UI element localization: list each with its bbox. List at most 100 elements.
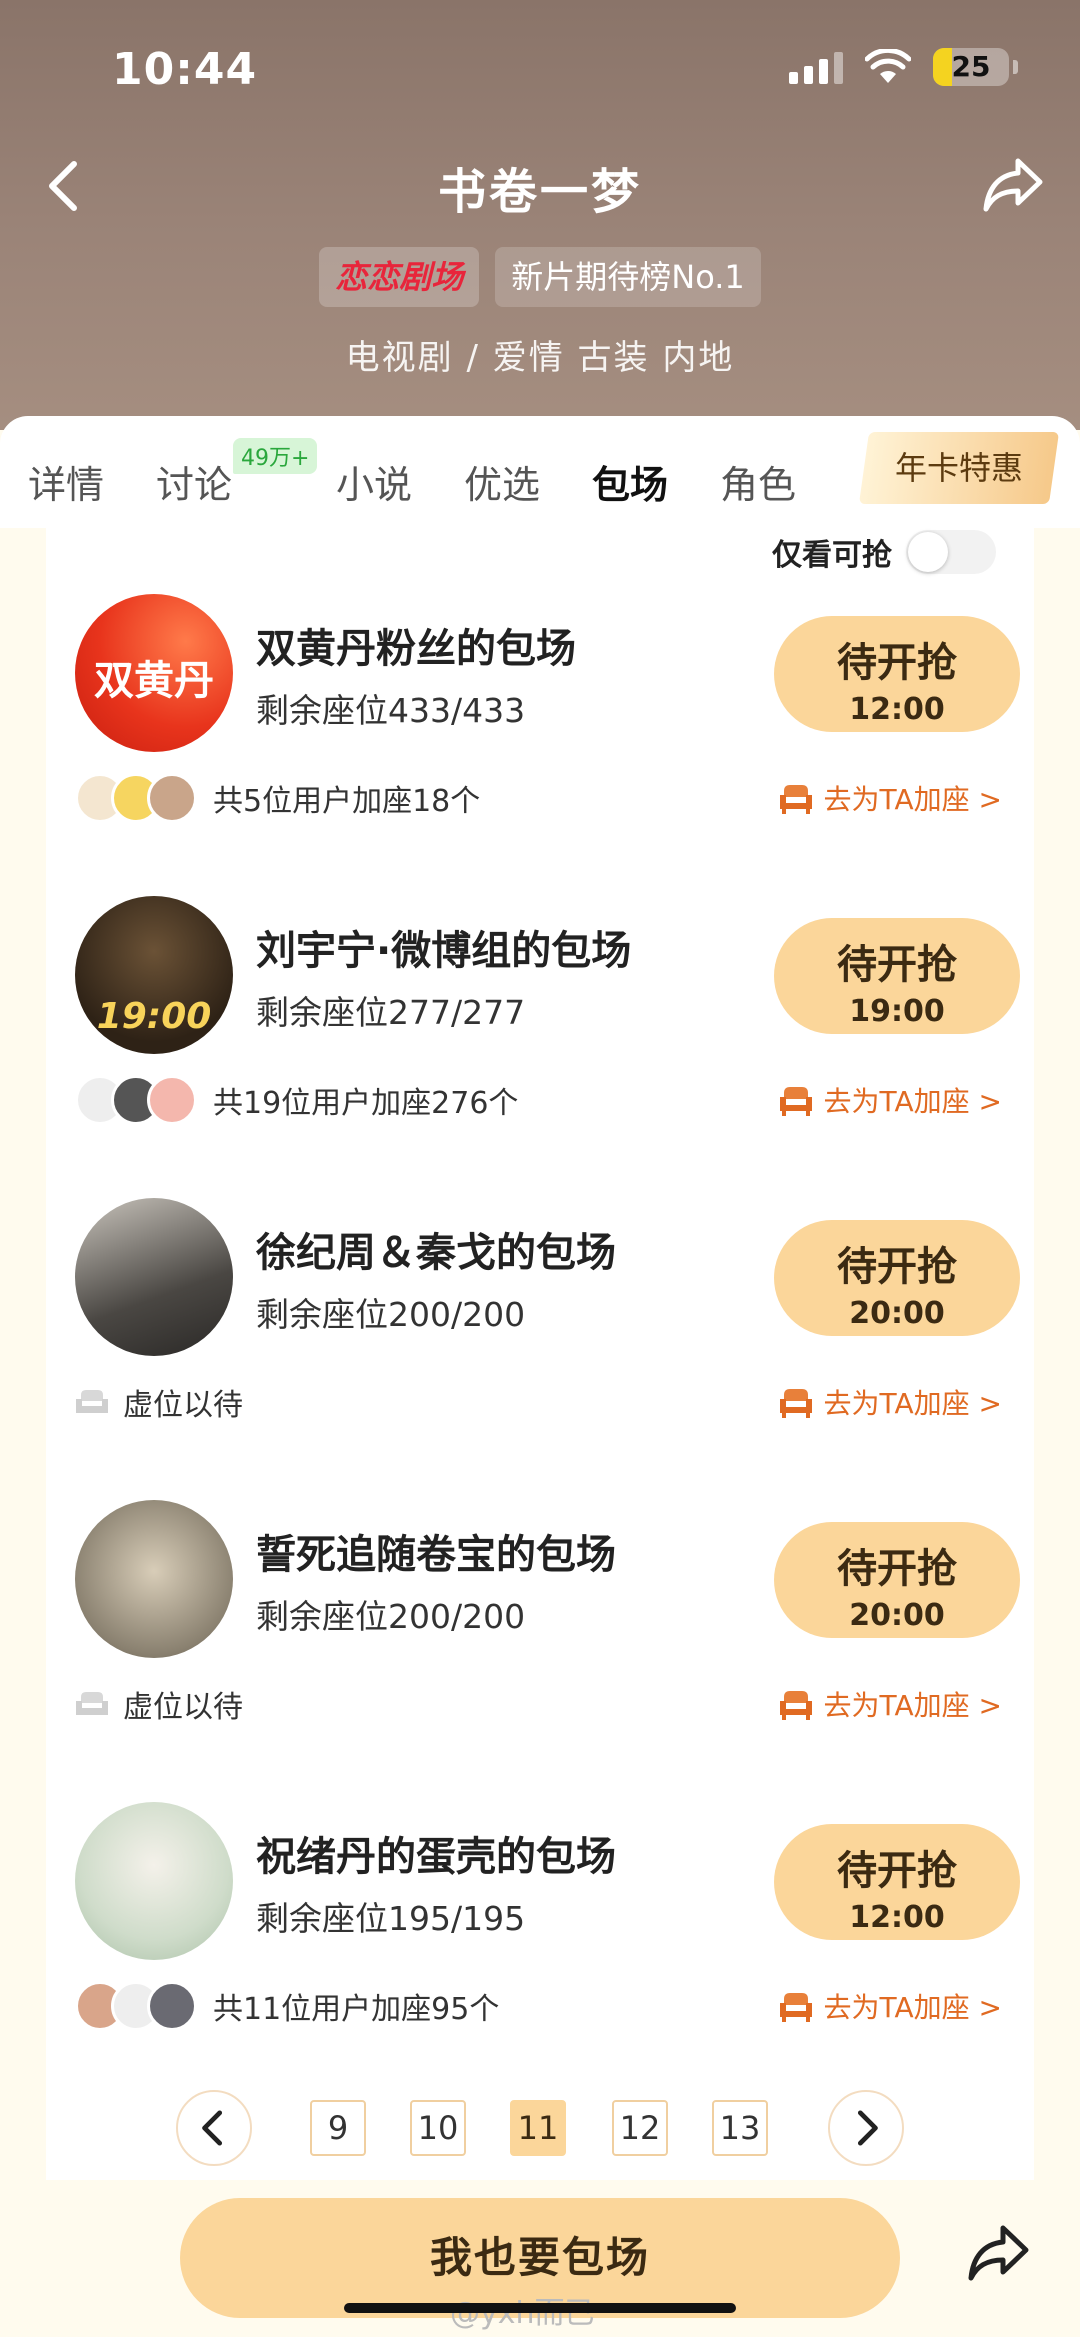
prev-page-icon[interactable] bbox=[176, 2090, 252, 2166]
seat-summary: 共5位用户加座18个 bbox=[213, 784, 481, 819]
filter-label: 仅看可抢 bbox=[772, 538, 892, 573]
page-button[interactable]: 10 bbox=[410, 2100, 466, 2156]
header: 10:44 25 书卷一梦 恋恋剧场 新片期待榜No.1 电视剧 / 爱情 古装… bbox=[0, 0, 1080, 430]
seat-summary: 共19位用户加座276个 bbox=[213, 1086, 519, 1121]
add-seat-link[interactable]: 去为TA加座 > bbox=[778, 1986, 1002, 2026]
share-icon[interactable] bbox=[982, 155, 1044, 213]
page-button[interactable]: 9 bbox=[310, 2100, 366, 2156]
tab-discussion[interactable]: 讨论 bbox=[156, 454, 232, 509]
discussion-count-badge: 49万+ bbox=[233, 438, 318, 474]
sofa-icon bbox=[779, 785, 812, 814]
page-button-current[interactable]: 11 bbox=[510, 2100, 566, 2156]
tab-featured[interactable]: 优选 bbox=[464, 454, 540, 509]
tab-details[interactable]: 详情 bbox=[28, 454, 104, 509]
add-seat-link[interactable]: 去为TA加座 > bbox=[778, 1080, 1002, 1120]
booking-card[interactable]: 19:00 刘宇宁·微博组的包场 剩余座位277/277 待开抢 19:00 共… bbox=[46, 896, 1034, 1198]
card-avatar[interactable]: 双黄丹 bbox=[75, 594, 233, 752]
filter-toggle[interactable] bbox=[906, 530, 996, 574]
empty-seat-icon bbox=[76, 1692, 108, 1715]
add-seat-label: 去为TA加座 > bbox=[823, 1387, 1002, 1420]
battery-icon: 25 bbox=[933, 48, 1009, 86]
booking-card[interactable]: 祝绪丹的蛋壳的包场 剩余座位195/195 待开抢 12:00 共11位用户加座… bbox=[46, 1802, 1034, 2104]
card-title: 双黄丹粉丝的包场 bbox=[256, 626, 576, 672]
grab-time: 19:00 bbox=[849, 994, 945, 1029]
card-footer: 共11位用户加座95个 bbox=[75, 1978, 499, 2034]
booking-card[interactable]: 双黄丹 双黄丹粉丝的包场 剩余座位433/433 待开抢 12:00 共5位用户… bbox=[46, 594, 1034, 896]
tab-bar: 详情 讨论 49万+ 小说 优选 包场 角色 年卡特惠 bbox=[0, 416, 1080, 528]
card-footer: 共19位用户加座276个 bbox=[75, 1072, 518, 1128]
add-seat-label: 去为TA加座 > bbox=[823, 1689, 1002, 1722]
rank-badge[interactable]: 新片期待榜No.1 bbox=[495, 247, 761, 307]
add-seat-link[interactable]: 去为TA加座 > bbox=[778, 1382, 1002, 1422]
annual-card-label: 年卡特惠 bbox=[894, 449, 1023, 487]
card-avatar[interactable]: 19:00 bbox=[75, 896, 233, 1054]
add-seat-label: 去为TA加座 > bbox=[823, 783, 1002, 816]
page-button[interactable]: 12 bbox=[612, 2100, 668, 2156]
sofa-icon bbox=[779, 1389, 812, 1418]
status-time: 10:44 bbox=[112, 44, 258, 95]
header-badges: 恋恋剧场 新片期待榜No.1 bbox=[0, 247, 1080, 307]
tab-characters[interactable]: 角色 bbox=[720, 454, 796, 509]
card-title: 刘宇宁·微博组的包场 bbox=[256, 928, 632, 974]
sofa-icon bbox=[779, 1087, 812, 1116]
empty-seat-icon bbox=[76, 1390, 108, 1413]
card-avatar[interactable] bbox=[75, 1198, 233, 1356]
grab-button[interactable]: 待开抢 12:00 bbox=[774, 616, 1020, 732]
tab-novel[interactable]: 小说 bbox=[336, 454, 412, 509]
grab-time: 12:00 bbox=[849, 1900, 945, 1935]
battery-cap bbox=[1013, 60, 1018, 74]
grab-label: 待开抢 bbox=[837, 1244, 957, 1290]
grab-filter: 仅看可抢 bbox=[772, 530, 996, 574]
card-title: 誓死追随卷宝的包场 bbox=[256, 1532, 616, 1578]
wifi-icon bbox=[865, 49, 911, 83]
add-seat-link[interactable]: 去为TA加座 > bbox=[778, 1684, 1002, 1724]
grab-label: 待开抢 bbox=[837, 1546, 957, 1592]
add-seat-label: 去为TA加座 > bbox=[823, 1085, 1002, 1118]
share-icon[interactable] bbox=[966, 2222, 1030, 2282]
user-avatar bbox=[147, 1075, 197, 1125]
grab-time: 20:00 bbox=[849, 1598, 945, 1633]
card-seats: 剩余座位433/433 bbox=[256, 691, 526, 730]
card-seats: 剩余座位200/200 bbox=[256, 1597, 526, 1636]
card-footer: 虚位以待 bbox=[75, 1676, 243, 1732]
sofa-icon bbox=[779, 1993, 812, 2022]
tab-annual-card[interactable]: 年卡特惠 bbox=[858, 432, 1060, 504]
grab-button[interactable]: 待开抢 20:00 bbox=[774, 1220, 1020, 1336]
card-seats: 剩余座位200/200 bbox=[256, 1295, 526, 1334]
card-title: 祝绪丹的蛋壳的包场 bbox=[256, 1834, 616, 1880]
card-seats: 剩余座位195/195 bbox=[256, 1899, 526, 1938]
card-seats: 剩余座位277/277 bbox=[256, 993, 526, 1032]
seat-summary: 共11位用户加座95个 bbox=[213, 1992, 500, 2027]
card-title: 徐纪周＆秦戈的包场 bbox=[256, 1230, 616, 1276]
booking-card[interactable]: 誓死追随卷宝的包场 剩余座位200/200 待开抢 20:00 虚位以待 去为T… bbox=[46, 1500, 1034, 1802]
next-page-icon[interactable] bbox=[828, 2090, 904, 2166]
home-indicator[interactable] bbox=[344, 2303, 736, 2313]
genre-info: 电视剧 / 爱情 古装 内地 bbox=[345, 338, 735, 378]
add-seat-label: 去为TA加座 > bbox=[823, 1991, 1002, 2024]
grab-label: 待开抢 bbox=[837, 640, 957, 686]
grab-button[interactable]: 待开抢 12:00 bbox=[774, 1824, 1020, 1940]
user-avatar bbox=[147, 1981, 197, 2031]
sofa-icon bbox=[779, 1691, 812, 1720]
grab-button[interactable]: 待开抢 19:00 bbox=[774, 918, 1020, 1034]
pagination: 9 10 11 12 13 bbox=[0, 2090, 1080, 2172]
seat-summary: 虚位以待 bbox=[123, 1690, 243, 1725]
brand-badge[interactable]: 恋恋剧场 bbox=[319, 247, 480, 307]
grab-label: 待开抢 bbox=[837, 1848, 957, 1894]
avatar-caption: 19:00 bbox=[96, 996, 212, 1037]
booking-card[interactable]: 徐纪周＆秦戈的包场 剩余座位200/200 待开抢 20:00 虚位以待 去为T… bbox=[46, 1198, 1034, 1500]
battery-level: 25 bbox=[951, 50, 991, 83]
avatar-caption: 双黄丹 bbox=[94, 658, 214, 704]
seat-summary: 虚位以待 bbox=[123, 1388, 243, 1423]
grab-button[interactable]: 待开抢 20:00 bbox=[774, 1522, 1020, 1638]
add-seat-link[interactable]: 去为TA加座 > bbox=[778, 778, 1002, 818]
card-avatar[interactable] bbox=[75, 1802, 233, 1960]
tab-booking[interactable]: 包场 bbox=[592, 454, 668, 509]
card-footer: 虚位以待 bbox=[75, 1374, 243, 1430]
grab-time: 20:00 bbox=[849, 1296, 945, 1331]
grab-time: 12:00 bbox=[849, 692, 945, 727]
card-avatar[interactable] bbox=[75, 1500, 233, 1658]
grab-label: 待开抢 bbox=[837, 942, 957, 988]
page-title: 书卷一梦 bbox=[437, 164, 642, 220]
page-button[interactable]: 13 bbox=[712, 2100, 768, 2156]
